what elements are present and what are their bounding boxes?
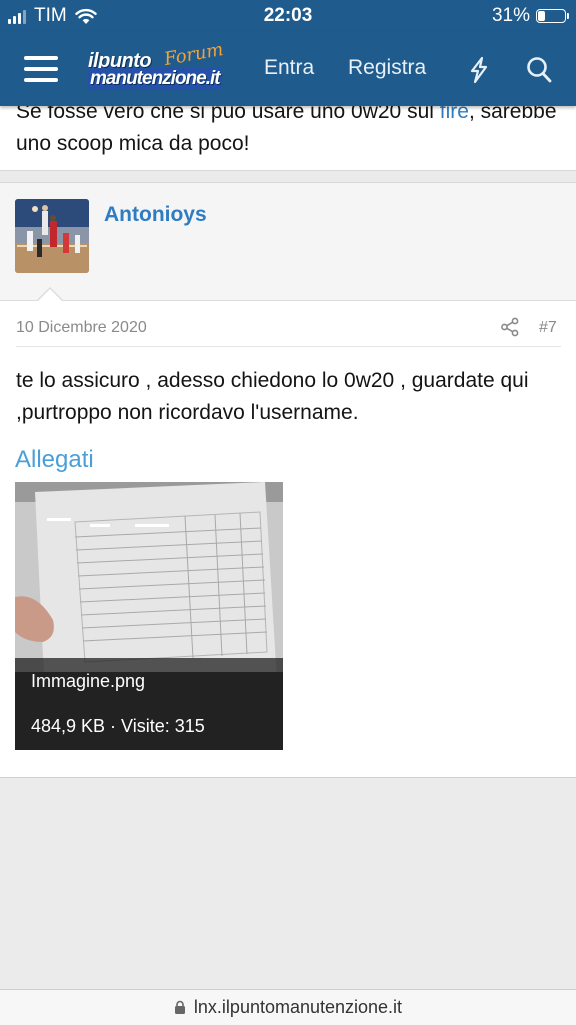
post-username[interactable]: Antonioys bbox=[104, 203, 207, 227]
message-arrow-inner bbox=[37, 289, 63, 302]
post: Antonioys 10 Dicembre 2020 #7 te lo assi… bbox=[0, 182, 576, 778]
avatar[interactable] bbox=[15, 199, 89, 273]
logo-text-manutenzione: manutenzione.it bbox=[88, 68, 222, 90]
search-icon[interactable] bbox=[526, 56, 552, 84]
browser-url-bar[interactable]: lnx.ilpuntomanutenzione.it bbox=[0, 989, 576, 1025]
lightning-icon[interactable] bbox=[468, 56, 490, 84]
status-right: 31% bbox=[491, 5, 569, 27]
clock: 22:03 bbox=[263, 5, 313, 26]
battery-percent: 31% bbox=[491, 5, 530, 26]
url-display: lnx.ilpuntomanutenzione.it bbox=[0, 997, 576, 1018]
attachments-heading: Allegati bbox=[15, 446, 94, 473]
previous-post: Se fosse vero che si può usare uno 0w20 … bbox=[0, 96, 576, 171]
post-body: te lo assicuro , adesso chiedono lo 0w20… bbox=[16, 369, 529, 424]
attachment-filename: Immagine.png bbox=[31, 671, 146, 691]
share-icon[interactable] bbox=[500, 317, 520, 337]
url-text: lnx.ilpuntomanutenzione.it bbox=[193, 997, 403, 1017]
avatar-image bbox=[15, 199, 89, 273]
login-link[interactable]: Entra bbox=[264, 56, 314, 80]
site-header: ilpunto manutenzione.it Forum Entra Regi… bbox=[0, 32, 576, 106]
battery-fill bbox=[538, 11, 545, 21]
menu-icon[interactable] bbox=[24, 54, 58, 84]
site-logo[interactable]: ilpunto manutenzione.it Forum bbox=[88, 39, 240, 94]
attachment-thumbnail[interactable]: Immagine.png 484,9 KB · Visite: 315 bbox=[15, 482, 283, 750]
status-bar: TIM 22:03 31% bbox=[0, 0, 576, 32]
divider bbox=[16, 346, 561, 347]
attachment-meta: 484,9 KB · Visite: 315 bbox=[31, 716, 205, 736]
lock-icon bbox=[174, 1000, 185, 1014]
post-user-area: Antonioys bbox=[0, 183, 576, 301]
logo-text-forum: Forum bbox=[162, 38, 225, 71]
battery-icon bbox=[536, 9, 569, 23]
post-number[interactable]: #7 bbox=[539, 319, 557, 337]
post-date[interactable]: 10 Dicembre 2020 bbox=[16, 319, 147, 337]
attachment-caption: Immagine.png 484,9 KB · Visite: 315 bbox=[15, 658, 283, 750]
register-link[interactable]: Registra bbox=[348, 56, 426, 80]
